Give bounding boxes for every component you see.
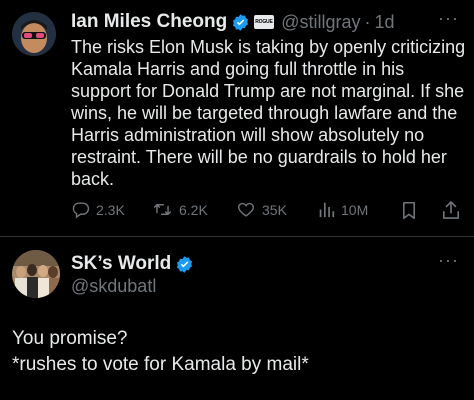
- affiliate-badge[interactable]: ROGUE: [254, 15, 275, 29]
- tweet-text-line: back.: [71, 169, 115, 189]
- verified-badge-icon: [233, 13, 249, 31]
- verified-badge-icon: [177, 255, 193, 273]
- author-name[interactable]: Ian Miles Cheong: [71, 11, 227, 33]
- affiliate-badge-text: ROGUE: [255, 19, 273, 25]
- like-button[interactable]: 35K: [236, 200, 287, 219]
- like-count: 35K: [262, 201, 287, 218]
- bookmark-button[interactable]: [401, 201, 417, 225]
- repost-icon: [153, 204, 172, 215]
- tweet-text-line: Kamala Harris and going full throttle in…: [71, 59, 405, 79]
- author-handle[interactable]: @stillgray: [281, 12, 360, 33]
- reply-icon: [72, 202, 90, 219]
- repost-button[interactable]: 6.2K: [152, 200, 208, 219]
- reply-author-name[interactable]: SK’s World: [71, 253, 171, 275]
- more-options-icon[interactable]: ···: [438, 8, 459, 29]
- tweet-header: Ian Miles Cheong ROGUE @stillgray · 1d: [71, 11, 395, 33]
- reply-author-handle[interactable]: @skdubatl: [71, 276, 156, 297]
- reply-text-line: You promise?: [12, 328, 128, 349]
- share-button[interactable]: [442, 200, 460, 225]
- tweet-text-line: support for Donald Trump are not margina…: [71, 81, 465, 101]
- reply-button[interactable]: 2.3K: [71, 200, 125, 219]
- heart-icon: [237, 202, 255, 217]
- divider: [0, 236, 474, 237]
- reply-count: 2.3K: [96, 201, 125, 218]
- tweet-text-line: wins, he will be targeted through lawfar…: [71, 103, 458, 123]
- reply-header: SK’s World: [71, 253, 194, 275]
- views-button[interactable]: 10M: [318, 200, 368, 219]
- reply-more-options-icon[interactable]: ···: [438, 250, 459, 271]
- share-icon: [442, 201, 460, 219]
- tweet-text-line: restraint. There will be no guardrails t…: [71, 147, 447, 167]
- views-icon: [319, 202, 335, 218]
- reply-text: You promise? *rushes to vote for Kamala …: [12, 326, 309, 378]
- reply-author-avatar[interactable]: [12, 250, 60, 298]
- tweet-text-line: Harris administration will show absolute…: [71, 125, 425, 145]
- repost-count: 6.2K: [179, 201, 208, 218]
- separator-dot: ·: [364, 11, 371, 32]
- author-avatar[interactable]: [12, 12, 56, 56]
- reply-text-line: *rushes to vote for Kamala by mail*: [12, 354, 309, 375]
- tweet-text: The risks Elon Musk is taking by openly …: [71, 36, 466, 190]
- tweet-text-line: The risks Elon Musk is taking by openly …: [71, 37, 466, 57]
- bookmark-icon: [403, 201, 415, 220]
- tweet-time[interactable]: 1d: [375, 12, 395, 33]
- view-count: 10M: [341, 201, 369, 218]
